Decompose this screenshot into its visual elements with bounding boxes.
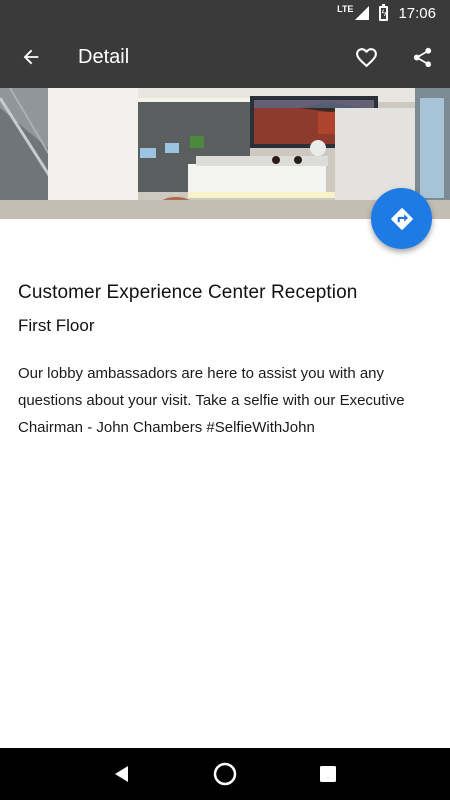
favorite-button[interactable]: [338, 26, 394, 88]
location-title: Customer Experience Center Reception: [18, 282, 358, 303]
network-type: LTE: [337, 4, 354, 14]
nav-back-triangle-icon: [114, 766, 128, 782]
location-description: Our lobby ambassadors are here to assist…: [18, 365, 405, 436]
status-time: 17:06: [398, 4, 436, 22]
signal-icon: [355, 6, 370, 20]
battery-charging-icon: ϟ: [379, 3, 389, 21]
directions-button[interactable]: [371, 188, 432, 249]
app-bar: Detail: [0, 26, 450, 88]
nav-back-button[interactable]: [102, 754, 142, 794]
nav-recents-square-icon: [320, 766, 337, 782]
location-floor: First Floor: [18, 316, 95, 335]
back-button[interactable]: [0, 26, 62, 88]
nav-home-button[interactable]: [205, 754, 245, 794]
arrow-back-icon: [23, 49, 39, 65]
nav-recents-button[interactable]: [308, 754, 348, 794]
detail-content: Customer Experience Center Reception Fir…: [18, 282, 432, 441]
system-nav-bar: [0, 748, 450, 800]
directions-icon: [390, 207, 413, 230]
nav-home-circle-icon: [213, 762, 237, 786]
share-button[interactable]: [394, 26, 450, 88]
page-title: Detail: [78, 45, 130, 68]
heart-outline-icon: [355, 47, 377, 67]
status-bar: LTE ϟ 17:06: [0, 0, 450, 26]
share-icon: [413, 47, 431, 67]
